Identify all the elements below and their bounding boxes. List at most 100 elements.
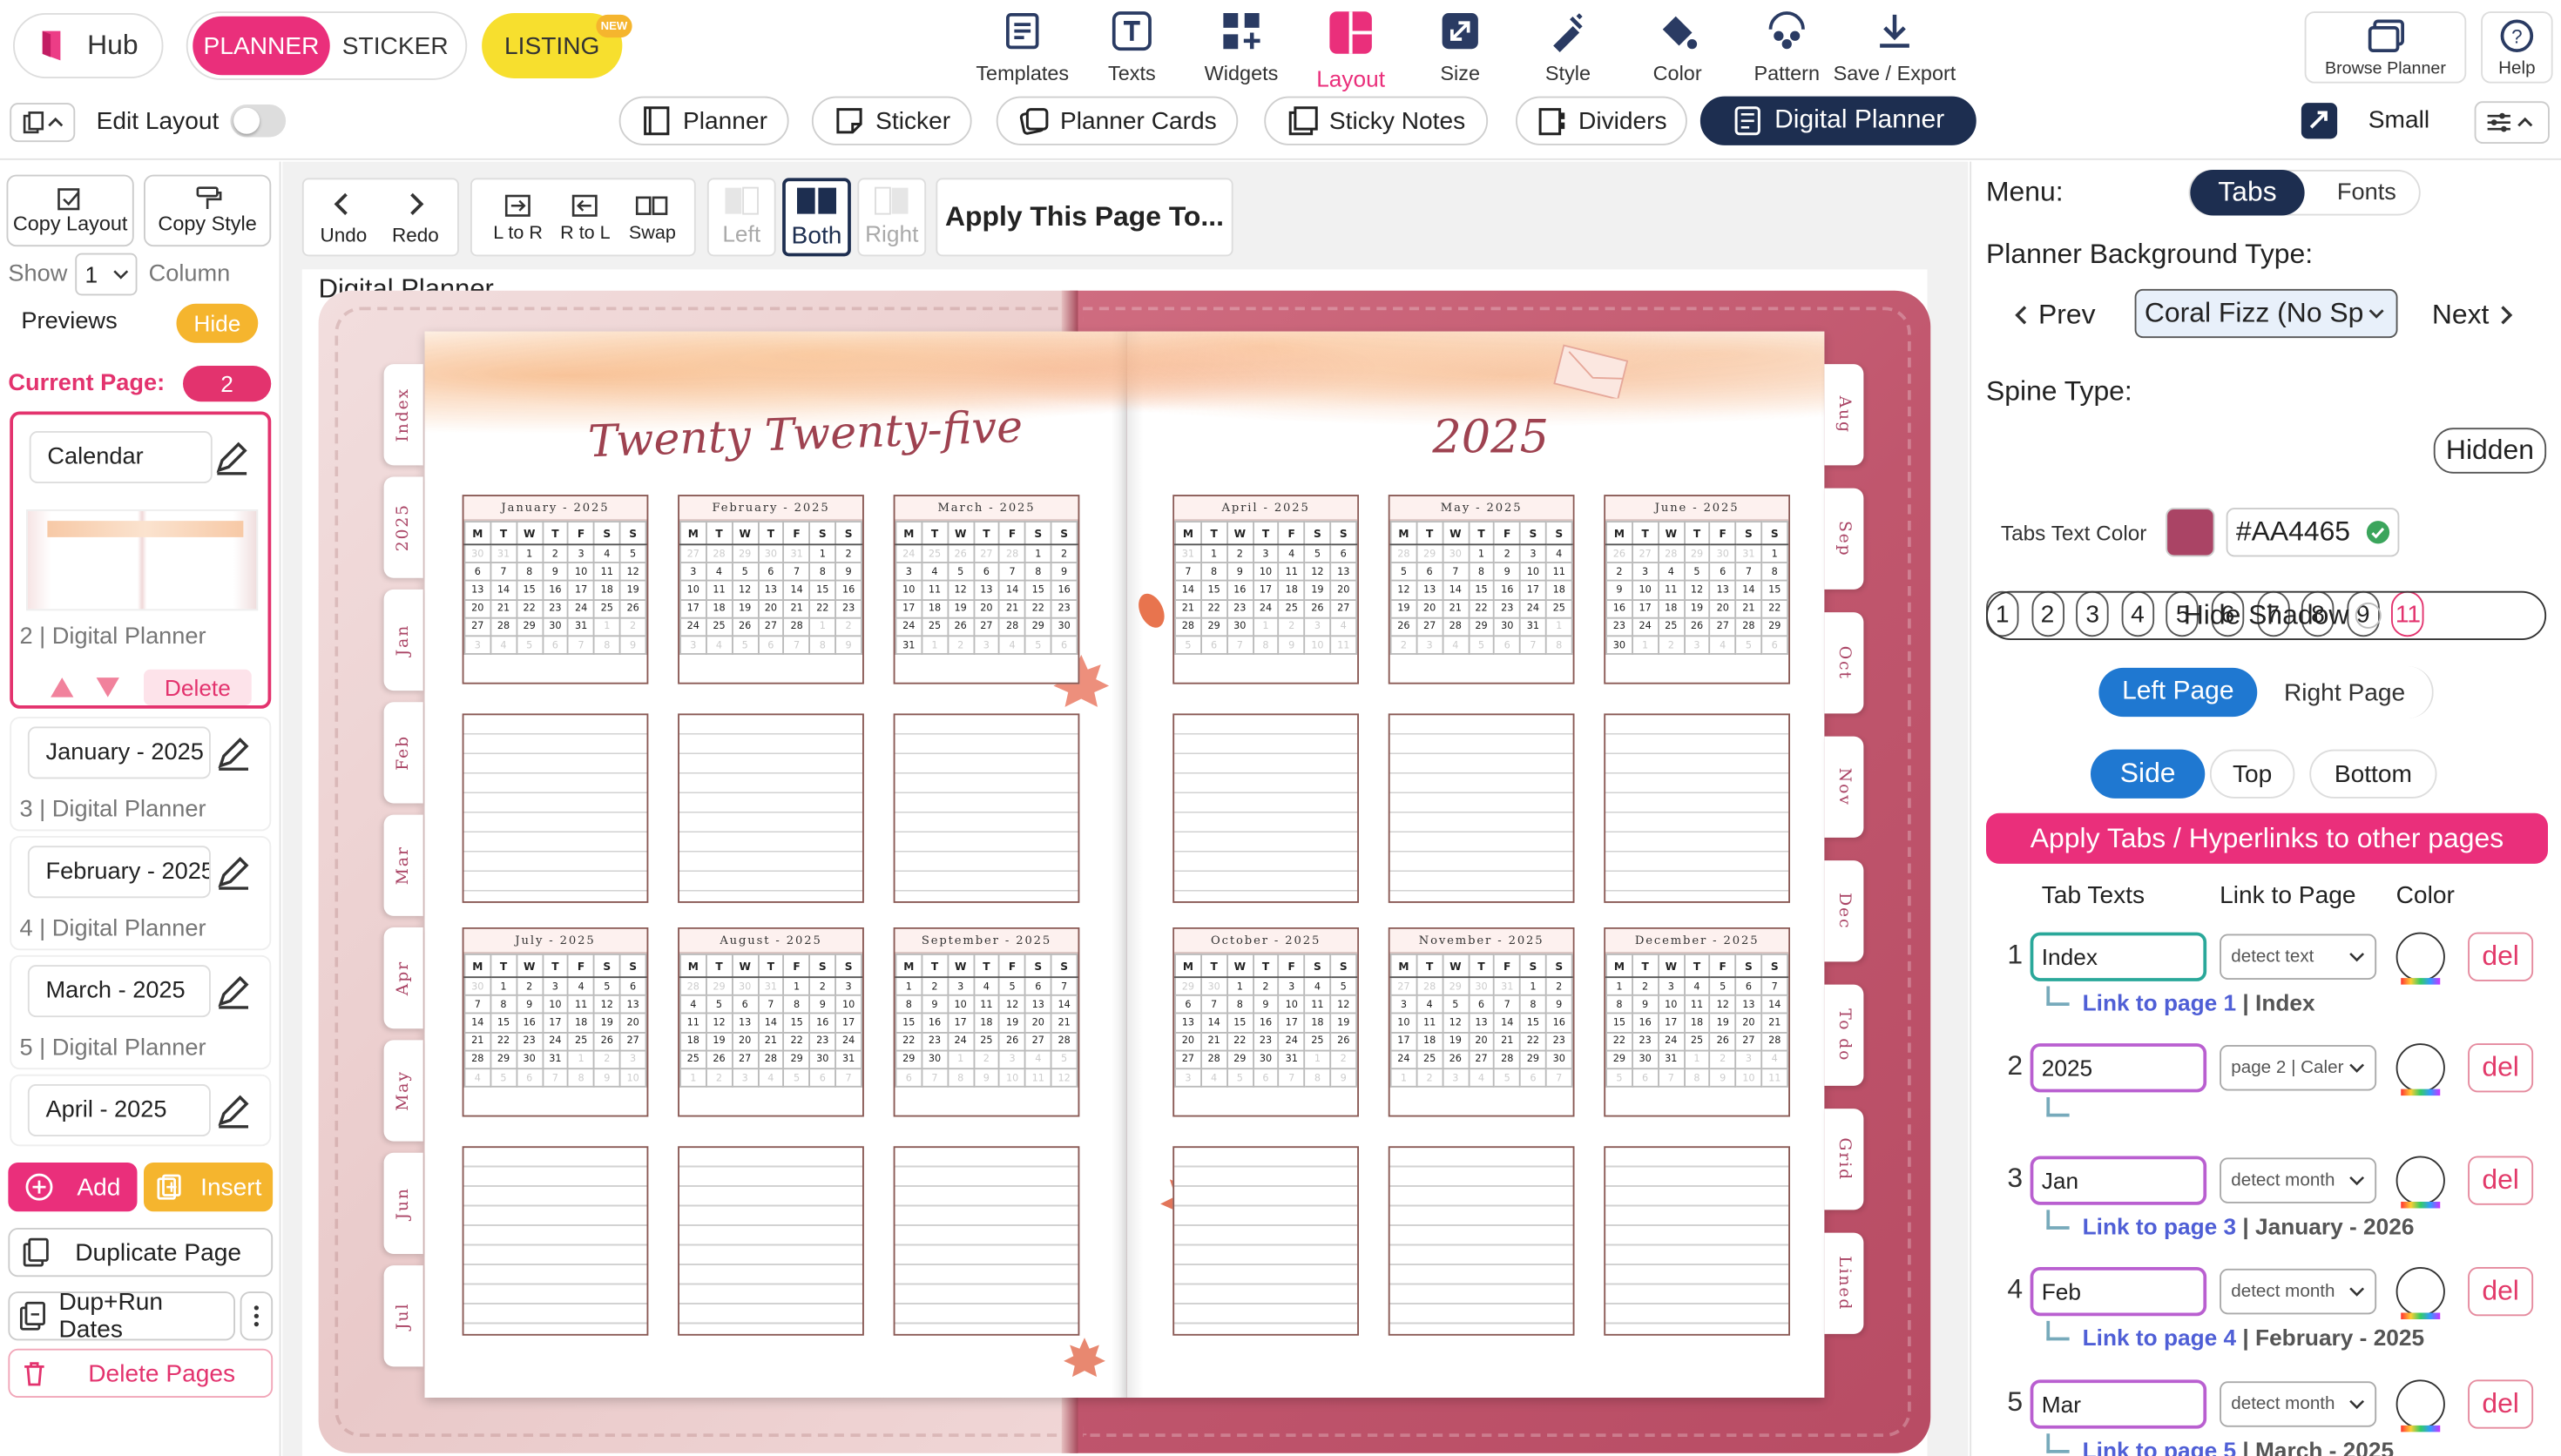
prev-background-button[interactable]: Prev	[2012, 299, 2096, 332]
index-tab[interactable]: To do	[1824, 984, 1864, 1086]
tab-text-input[interactable]: Feb	[2030, 1267, 2207, 1317]
right-page-tab[interactable]: Right Page	[2266, 668, 2424, 717]
column-count-select[interactable]: 1	[75, 253, 138, 296]
index-tab[interactable]: Mar	[383, 814, 423, 916]
month-calendar[interactable]: November - 2025 M T W T F S S 27 28 29 30 31 1 2 3 4 5 6 7 8…	[1388, 927, 1575, 1117]
widgets-tool[interactable]: Widgets	[1187, 10, 1295, 85]
apply-page-button[interactable]: Apply This Page To...	[936, 178, 1233, 257]
pencil-icon[interactable]	[213, 438, 252, 477]
pattern-tool[interactable]: Pattern	[1733, 10, 1841, 85]
tab-link-page[interactable]: Link to page 5	[2083, 1437, 2236, 1456]
tab-color-picker[interactable]	[2395, 1379, 2445, 1432]
tab-color-picker[interactable]	[2395, 1156, 2445, 1209]
pencil-icon[interactable]	[214, 853, 253, 892]
delete-pages-button[interactable]: Delete Pages	[8, 1348, 274, 1398]
delete-tab-button[interactable]: del	[2468, 1267, 2534, 1317]
menu-tab-fonts[interactable]: Fonts	[2313, 170, 2421, 216]
index-tab[interactable]: Feb	[383, 702, 423, 804]
index-tab[interactable]: Dec	[1824, 860, 1864, 962]
page-name-input[interactable]: February - 2025	[27, 846, 211, 899]
edit-layout-toggle[interactable]	[230, 104, 287, 138]
index-tab[interactable]: Sep	[1824, 488, 1864, 590]
left-view-button[interactable]: Left	[706, 178, 776, 257]
texts-tool[interactable]: Texts	[1078, 10, 1186, 85]
tabs-color-hex-input[interactable]: #AA4465	[2226, 508, 2400, 557]
index-tab[interactable]: 2025	[383, 476, 423, 578]
sub-tab-planner[interactable]: Planner	[618, 96, 789, 145]
l-to-r-button[interactable]: L to R	[493, 192, 543, 243]
page-name-input[interactable]: January - 2025	[27, 726, 211, 779]
index-tab[interactable]: Jun	[383, 1152, 423, 1254]
month-calendar[interactable]: September - 2025 M T W T F S S 1 2 3 4 5 6 7 8 9 10 11 12 13…	[893, 927, 1080, 1117]
spine-hidden-button[interactable]: Hidden	[2433, 428, 2547, 474]
index-tab[interactable]: Oct	[1824, 612, 1864, 714]
tab-text-input[interactable]: Jan	[2030, 1156, 2207, 1205]
month-calendar[interactable]: August - 2025 M T W T F S S 28 29 30 31 1 2 3 4 5 6 7 8 9 10 1…	[678, 927, 864, 1117]
link-to-page-select[interactable]: page 2 | Caler	[2220, 1045, 2377, 1091]
hide-previews-button[interactable]: Hide	[176, 303, 259, 343]
move-up-icon[interactable]	[49, 676, 75, 698]
month-calendar[interactable]: July - 2025 M T W T F S S 30 1 2 3 4 5 6 7 8 9 10 11 12 13 14 1…	[462, 927, 649, 1117]
link-to-page-select[interactable]: detect month	[2220, 1157, 2377, 1203]
planner-mode-tab[interactable]: PLANNER	[193, 16, 330, 76]
delete-tab-button[interactable]: del	[2468, 1379, 2534, 1429]
tab-text-input[interactable]: Mar	[2030, 1379, 2207, 1429]
delete-tab-button[interactable]: del	[2468, 932, 2534, 981]
index-tab[interactable]: Lined	[1824, 1232, 1864, 1334]
page-card[interactable]: April - 2025	[10, 1074, 272, 1147]
color-tool[interactable]: Color	[1624, 10, 1732, 85]
link-to-page-select[interactable]: detect text	[2220, 934, 2377, 980]
delete-tab-button[interactable]: del	[2468, 1156, 2534, 1205]
page-name-input[interactable]: March - 2025	[27, 965, 211, 1018]
settings-dropdown[interactable]	[2474, 101, 2550, 144]
month-calendar[interactable]: May - 2025 M T W T F S S 28 29 30 1 2 3 4 5 6 7 8 9 10 11 12 13…	[1388, 495, 1575, 684]
position-side-tab[interactable]: Side	[2091, 749, 2206, 799]
insert-page-button[interactable]: Insert	[144, 1163, 274, 1212]
tab-color-picker[interactable]	[2395, 1267, 2445, 1319]
tabs-color-swatch[interactable]	[2166, 508, 2215, 557]
redo-button[interactable]: Redo	[392, 190, 439, 246]
hub-button[interactable]: Hub	[13, 13, 164, 78]
size-tool[interactable]: Size	[1406, 10, 1514, 85]
add-page-button[interactable]: Add	[8, 1163, 138, 1212]
both-view-button[interactable]: Both	[782, 178, 851, 257]
move-down-icon[interactable]	[95, 676, 121, 698]
hide-shadow-toggle[interactable]: Hide Shadow	[1986, 590, 2547, 640]
tab-color-picker[interactable]	[2395, 1043, 2445, 1096]
index-tab[interactable]: Index	[383, 364, 423, 466]
right-view-button[interactable]: Right	[857, 178, 927, 257]
sub-tab-planner-cards[interactable]: Planner Cards	[996, 96, 1239, 145]
sticker-mode-tab[interactable]: STICKER	[330, 17, 461, 76]
save-export-tool[interactable]: Save / Export	[1829, 10, 1960, 85]
tab-link-page[interactable]: Link to page 4	[2083, 1325, 2236, 1351]
browse-planner-button[interactable]: Browse Planner	[2304, 11, 2467, 84]
tab-link-page[interactable]: Link to page 3	[2083, 1213, 2236, 1239]
index-tab[interactable]: May	[383, 1040, 423, 1142]
sub-tab-dividers[interactable]: Dividers	[1516, 96, 1687, 145]
tab-link-page[interactable]: Link to page 1	[2083, 989, 2236, 1015]
page-name-input[interactable]: April - 2025	[27, 1084, 211, 1136]
position-bottom-tab[interactable]: Bottom	[2309, 749, 2437, 799]
left-page-tab[interactable]: Left Page	[2098, 667, 2258, 718]
page-card[interactable]: February - 2025 4 | Digital Planner	[10, 836, 272, 951]
sub-tab-sticky-notes[interactable]: Sticky Notes	[1264, 96, 1489, 145]
templates-tool[interactable]: Templates	[969, 10, 1077, 85]
index-tab[interactable]: Nov	[1824, 736, 1864, 838]
pencil-icon[interactable]	[214, 733, 253, 772]
position-top-tab[interactable]: Top	[2209, 749, 2295, 799]
pencil-icon[interactable]	[214, 972, 253, 1011]
copy-layout-button[interactable]: Copy Layout	[6, 174, 134, 247]
tab-text-input[interactable]: Index	[2030, 932, 2207, 981]
index-tab[interactable]: Aug	[1824, 364, 1864, 466]
page-card[interactable]: March - 2025 5 | Digital Planner	[10, 954, 272, 1070]
style-tool[interactable]: Style	[1514, 10, 1622, 85]
tab-text-input[interactable]: 2025	[2030, 1043, 2207, 1093]
index-tab[interactable]: Grid	[1824, 1109, 1864, 1210]
month-calendar[interactable]: January - 2025 M T W T F S S 30 31 1 2 3 4 5 6 7 8 9 10 11 12…	[462, 495, 649, 684]
undo-button[interactable]: Undo	[321, 190, 367, 246]
dup-run-dates-button[interactable]: Dup+Run Dates	[8, 1288, 235, 1344]
swap-button[interactable]: Swap	[629, 192, 676, 243]
page-card[interactable]: January - 2025 3 | Digital Planner	[10, 717, 272, 832]
month-calendar[interactable]: February - 2025 M T W T F S S 27 28 29 30 31 1 2 3 4 5 6 7 8…	[678, 495, 864, 684]
month-calendar[interactable]: March - 2025 M T W T F S S 24 25 26 27 28 1 2 3 4 5 6 7 8 9 10…	[893, 495, 1080, 684]
